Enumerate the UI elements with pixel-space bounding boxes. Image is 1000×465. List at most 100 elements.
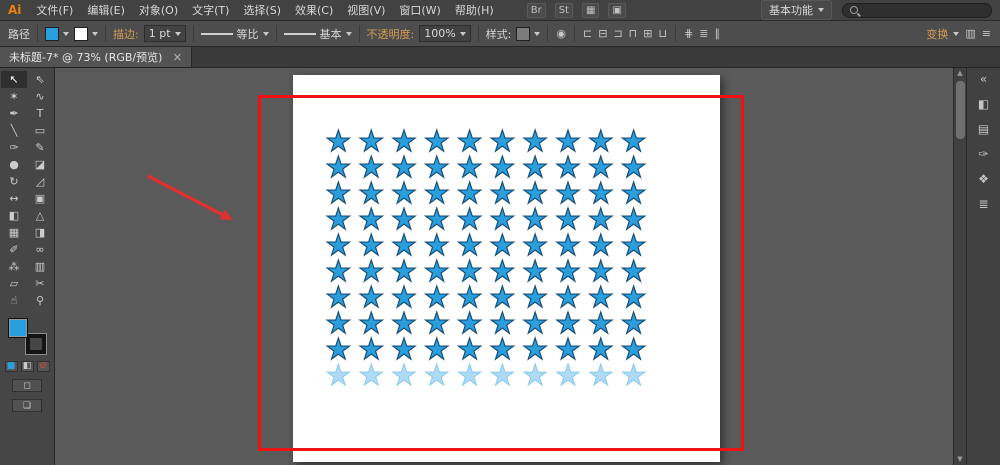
canvas-area[interactable]: ★ ★ ★ ★ ★ ★ ★ ★ ★ ★ ★ ★ ★ ★ ★ ★ ★ ★ ★ ★ ★ ★ ★ ★ ★ ★ ★ ★ ★ ★ ★ ★ ★ ★ ★ ★ ★ ★ ★ ★… (55, 68, 966, 465)
recolor-artwork-icon[interactable]: ◉ (555, 27, 567, 40)
magic-wand-tool[interactable]: ✶ (1, 88, 27, 105)
scale-tool-icon: ◿ (35, 175, 45, 188)
transform-control[interactable]: 变换 (926, 26, 960, 42)
align-center-horizontal-icon[interactable]: ⊟ (597, 27, 608, 40)
pencil-tool[interactable]: ✎ (27, 139, 53, 156)
separator (192, 25, 194, 42)
stroke-color-swatch[interactable] (74, 26, 88, 41)
screen-mode-icon[interactable]: ▣ (608, 2, 626, 18)
vertical-scrollbar[interactable]: ▲ ▼ (953, 68, 966, 465)
eyedropper-tool[interactable]: ✐ (1, 241, 27, 258)
scrollbar-thumb[interactable] (955, 81, 965, 139)
color-button[interactable]: ■ (4, 361, 18, 372)
blend-tool[interactable]: ∞ (27, 241, 53, 258)
hand-tool[interactable]: ☝ (1, 292, 27, 309)
style-swatch[interactable] (516, 26, 531, 41)
width-tool[interactable]: ↔ (1, 190, 27, 207)
mesh-tool[interactable]: ▦ (1, 224, 27, 241)
lasso-tool[interactable]: ∿ (27, 88, 53, 105)
search-input[interactable] (863, 4, 981, 16)
scroll-down-icon[interactable]: ▼ (957, 454, 962, 465)
stroke-weight-field[interactable]: 1 pt (143, 25, 186, 42)
free-transform-tool[interactable]: ▣ (27, 190, 53, 207)
type-tool-icon: T (36, 107, 44, 120)
direct-selection-tool[interactable]: ⇖ (27, 71, 53, 88)
selection-tool[interactable]: ↖ (1, 71, 27, 88)
column-graph-tool[interactable]: ▥ (27, 258, 53, 275)
align-right-icon[interactable]: ⊐ (612, 27, 623, 40)
blob-brush-tool-icon: ● (9, 158, 19, 171)
artboard-tool-icon: ▱ (9, 277, 19, 290)
style-control[interactable] (516, 26, 541, 41)
symbol-sprayer-tool[interactable]: ⁂ (1, 258, 27, 275)
opacity-field[interactable]: 100% (419, 25, 471, 42)
paintbrush-tool[interactable]: ✑ (1, 139, 27, 156)
layers-panel-icon[interactable]: ≣ (978, 198, 988, 210)
zoom-tool[interactable]: ⚲ (27, 292, 53, 309)
scroll-up-icon[interactable]: ▲ (957, 68, 962, 79)
align-top-icon[interactable]: ⊓ (628, 27, 639, 40)
menu-item[interactable]: 选择(S) (236, 0, 288, 21)
brush-definition-control[interactable]: 基本 (283, 26, 352, 42)
gradient-tool[interactable]: ◨ (27, 224, 53, 241)
rotate-tool[interactable]: ↻ (1, 173, 27, 190)
stroke-color-control[interactable] (74, 26, 98, 41)
line-segment-tool-icon: ╲ (10, 124, 18, 137)
search-box[interactable] (842, 2, 992, 18)
artboard-tool[interactable]: ▱ (1, 275, 27, 292)
drawing-modes-button[interactable]: ◻ (12, 379, 42, 392)
line-segment-tool[interactable]: ╲ (1, 122, 27, 139)
menu-item[interactable]: 效果(C) (288, 0, 340, 21)
menu-item[interactable]: 视图(V) (340, 0, 392, 21)
menu-item[interactable]: 对象(O) (132, 0, 185, 21)
menu-item[interactable]: 编辑(E) (80, 0, 132, 21)
stock-icon[interactable]: St (554, 2, 573, 18)
blob-brush-tool[interactable]: ● (1, 156, 27, 173)
opacity-label[interactable]: 不透明度: (367, 26, 415, 42)
width-profile-control[interactable]: 等比 (200, 26, 269, 42)
transform-label[interactable]: 变换 (926, 26, 948, 42)
workspace-switcher[interactable]: 基本功能 (761, 0, 832, 20)
fill-color-swatch[interactable] (8, 318, 28, 338)
color-panel-icon[interactable]: ◧ (978, 98, 989, 110)
bridge-icon[interactable]: Br (526, 2, 546, 18)
arrange-documents-icon[interactable]: ▦ (581, 2, 600, 18)
swatches-panel-icon[interactable]: ▤ (978, 123, 989, 135)
none-button[interactable]: ⊘ (36, 361, 50, 372)
gradient-button[interactable]: ◧ (20, 361, 34, 372)
menu-item[interactable]: 窗口(W) (392, 0, 447, 21)
slice-tool[interactable]: ✂ (27, 275, 53, 292)
align-left-icon[interactable]: ⊏ (582, 27, 593, 40)
stroke-weight-label[interactable]: 描边: (113, 26, 139, 42)
symbols-panel-icon[interactable]: ❖ (978, 173, 989, 185)
type-tool[interactable]: T (27, 105, 53, 122)
distribute-horizontal-icon[interactable]: ⋕ (683, 27, 694, 40)
brushes-panel-icon[interactable]: ✑ (978, 148, 988, 160)
scale-tool[interactable]: ◿ (27, 173, 53, 190)
perspective-grid-tool[interactable]: △ (27, 207, 53, 224)
eraser-tool[interactable]: ◪ (27, 156, 53, 173)
align-middle-vertical-icon[interactable]: ⊞ (642, 27, 653, 40)
opacity-value: 100% (424, 27, 456, 40)
align-bottom-icon[interactable]: ⊔ (657, 27, 668, 40)
fill-color-control[interactable] (45, 26, 69, 41)
more-options-icon[interactable]: ≡ (981, 27, 992, 40)
menu-item[interactable]: 文件(F) (29, 0, 80, 21)
pen-tool[interactable]: ✒ (1, 105, 27, 122)
shape-builder-tool[interactable]: ◧ (1, 207, 27, 224)
close-icon[interactable]: × (172, 50, 182, 64)
distribute-vertical-icon[interactable]: ≣ (698, 27, 709, 40)
fill-color-swatch[interactable] (45, 26, 59, 41)
graph-options-icon[interactable]: ▥ (964, 27, 976, 40)
menu-item[interactable]: 文字(T) (185, 0, 236, 21)
rectangle-tool[interactable]: ▭ (27, 122, 53, 139)
stroke-color-swatch[interactable] (25, 333, 47, 355)
document-tab[interactable]: 未标题-7* @ 73% (RGB/预览) × (0, 47, 193, 67)
symbol-sprayer-tool-icon: ⁂ (8, 260, 20, 273)
tools-grid: ↖ ⇖ ✶ ∿ ✒ T ╲ ▭ ✑ ✎ ● ◪ ↻ ◿ ↔ ▣ ◧ △ ▦ ◨ ✐ ∞ ⁂ ▥ ▱ ✂ ☝ ⚲ (1, 71, 53, 309)
separator (477, 25, 479, 42)
distribute-spacing-icon[interactable]: ∥ (714, 27, 722, 40)
menu-item[interactable]: 帮助(H) (448, 0, 501, 21)
collapse-panels-icon[interactable]: « (980, 73, 987, 85)
change-screen-mode-button[interactable]: ❏ (12, 399, 42, 412)
